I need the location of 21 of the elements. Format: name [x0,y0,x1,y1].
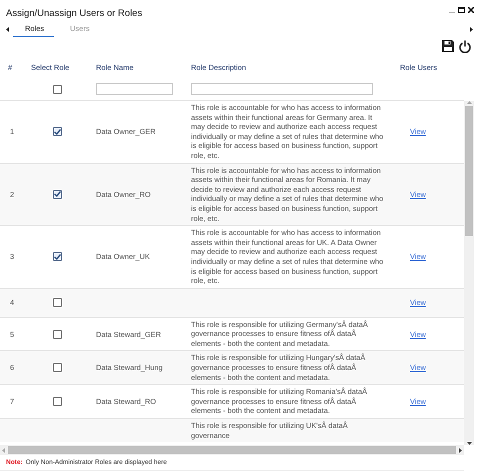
row-checkbox[interactable] [53,127,62,136]
vertical-scrollbar[interactable] [464,101,474,445]
row-checkbox[interactable] [53,397,62,406]
row-checkbox[interactable] [53,330,62,339]
scroll-down-icon[interactable] [466,442,472,445]
row-checkbox[interactable] [53,298,62,308]
scroll-right-icon[interactable] [470,26,473,32]
row-checkbox[interactable] [53,190,62,199]
role-description-filter-field[interactable] [191,83,373,95]
close-icon[interactable] [468,7,474,13]
scroll-right-icon[interactable] [459,448,462,452]
maximize-icon[interactable] [458,7,465,13]
save-icon[interactable] [442,40,454,52]
row-checkbox[interactable] [53,252,62,262]
window-title: Assign/Unassign Users or Roles [6,8,142,18]
power-icon[interactable] [459,40,471,53]
select-all-checkbox[interactable] [53,84,62,94]
horizontal-scrollbar[interactable] [0,445,464,455]
role-name-filter-field[interactable] [96,83,173,95]
scroll-left-icon[interactable] [6,26,9,32]
row-checkbox[interactable] [53,363,62,372]
